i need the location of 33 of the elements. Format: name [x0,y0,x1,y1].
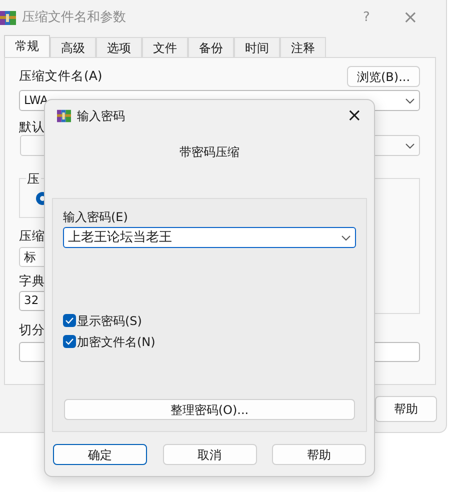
tab[interactable]: 高级 [50,37,96,57]
stacked-books-icon [57,109,71,123]
dialog-button[interactable]: 确定 [53,444,147,465]
field-label: 压缩 [19,228,45,244]
browse-button[interactable]: 浏览(B)... [347,66,420,87]
tab[interactable]: 时间 [234,37,280,57]
dialog-title: 输入密码 [77,108,125,125]
chevron-down-icon [405,142,415,148]
checkbox-label[interactable]: 加密文件名(N) [77,332,156,350]
organize-passwords-button[interactable]: 整理密码(O)... [64,399,355,420]
password-combo[interactable]: 上老王论坛当老王 [63,227,356,248]
field-label: 压缩文件名(A) [19,67,102,86]
checkbox[interactable] [63,335,76,348]
checkbox[interactable] [63,314,76,327]
window-title: 压缩文件名和参数 [22,8,126,27]
tab[interactable]: 备份 [188,37,234,57]
tab[interactable]: 选项 [96,37,142,57]
dialog-button[interactable]: 帮助 [272,444,366,465]
field-label: 字典 [19,273,45,289]
field-label: 切分 [19,322,45,338]
tab[interactable]: 注释 [280,37,326,57]
field-label: 输入密码(E) [63,209,128,225]
close-button[interactable]: × [346,107,362,125]
field-label: 默认 [19,119,45,135]
stacked-books-icon [0,10,16,26]
tab[interactable]: 常规 [4,35,50,57]
chevron-down-icon [341,234,351,240]
tab[interactable]: 文件 [142,37,188,57]
help-button[interactable]: 帮助 [375,396,437,422]
chevron-down-icon [405,98,415,104]
checkbox-label[interactable]: 显示密码(S) [77,312,142,330]
dialog-heading: 带密码压缩 [180,145,240,159]
dialog-button[interactable]: 取消 [162,444,256,465]
